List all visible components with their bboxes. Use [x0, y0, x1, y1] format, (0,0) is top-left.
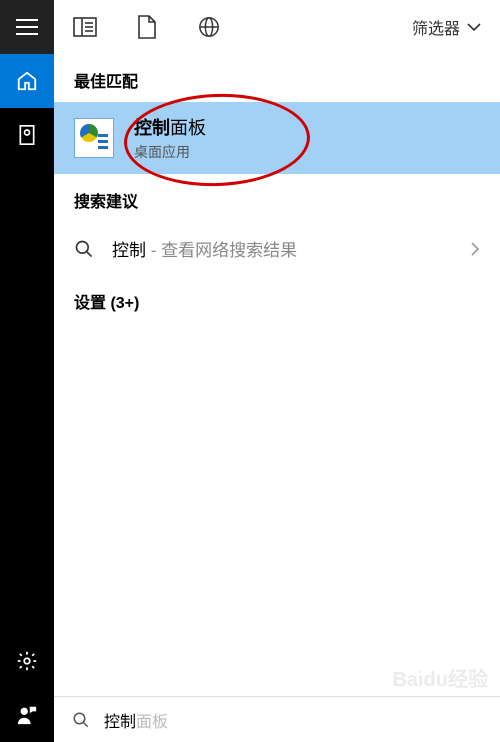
home-icon [16, 70, 38, 92]
chevron-down-icon [466, 22, 482, 32]
suggestion-text: 控制 - 查看网络搜索结果 [112, 236, 297, 261]
best-match-header: 最佳匹配 [54, 54, 500, 102]
chevron-right-icon [470, 241, 480, 257]
topbar-web-button[interactable] [196, 14, 222, 40]
settings-header[interactable]: 设置 (3+) [54, 275, 500, 323]
search-suggestions-header: 搜索建议 [54, 174, 500, 222]
best-match-result[interactable]: 控制面板 桌面应用 [54, 102, 500, 174]
main-panel: 筛选器 最佳匹配 控制面板 桌面应用 搜索建议 控制 - 查看网络搜索结 [54, 0, 500, 742]
sidebar [0, 0, 54, 742]
search-icon [74, 239, 94, 259]
filter-dropdown[interactable]: 筛选器 [412, 15, 482, 39]
sidebar-apps[interactable] [0, 108, 54, 162]
sidebar-home[interactable] [0, 54, 54, 108]
search-bar[interactable]: 控制面板 [54, 696, 500, 742]
document-icon [137, 15, 157, 39]
result-title: 控制面板 [134, 114, 206, 140]
filter-label: 筛选器 [412, 15, 460, 39]
news-icon [73, 17, 97, 37]
web-suggestion[interactable]: 控制 - 查看网络搜索结果 [54, 222, 500, 275]
apps-icon [17, 124, 37, 146]
sidebar-settings[interactable] [0, 634, 54, 688]
search-input-text: 控制面板 [104, 708, 168, 732]
hamburger-icon [16, 19, 38, 35]
gear-icon [16, 650, 38, 672]
person-feedback-icon [16, 704, 38, 726]
results-area: 最佳匹配 控制面板 桌面应用 搜索建议 控制 - 查看网络搜索结果 [54, 54, 500, 696]
search-icon [72, 711, 90, 729]
sidebar-feedback[interactable] [0, 688, 54, 742]
control-panel-icon [74, 118, 114, 158]
topbar-document-button[interactable] [134, 14, 160, 40]
topbar: 筛选器 [54, 0, 500, 54]
globe-icon [198, 16, 220, 38]
hamburger-menu[interactable] [0, 0, 54, 54]
topbar-news-button[interactable] [72, 14, 98, 40]
result-subtitle: 桌面应用 [134, 142, 206, 162]
